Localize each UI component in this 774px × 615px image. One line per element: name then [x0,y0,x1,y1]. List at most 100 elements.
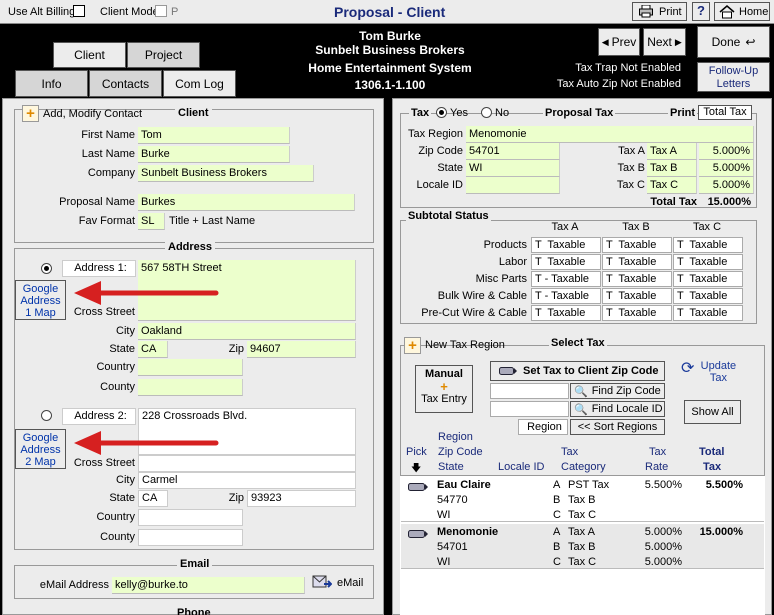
subtotal-tax-b-select[interactable]: T Taxable [602,288,672,304]
subtotal-tax-c-select[interactable]: T Taxable [673,288,743,304]
done-button[interactable]: Done ↩ [697,26,770,58]
google-address1-map-button[interactable]: Google Address 1 Map [15,280,66,320]
tab-project-label: Project [144,48,183,62]
tax-zip-field[interactable]: 54701 [466,143,560,160]
tab-project[interactable]: Project [127,42,200,68]
subtotal-tax-c-select[interactable]: T Taxable [673,254,743,270]
subtotal-tax-a-select[interactable]: T Taxable [531,305,601,321]
find-locale-input[interactable] [490,401,569,417]
follow-up-letters-button[interactable]: Follow-Up Letters [697,62,770,92]
update-tax-button[interactable]: ⟳ Update Tax [681,358,738,384]
client-mode-checkbox[interactable] [155,5,167,17]
tax-c-rate-field[interactable]: 5.000% [699,177,754,194]
region-sort-select[interactable]: Region [518,419,568,435]
subtotal-tax-b-select[interactable]: T Taxable [602,254,672,270]
first-name-field[interactable]: Tom [138,127,290,144]
address1-radio[interactable] [41,263,52,274]
find-zip-input[interactable] [490,383,569,399]
col-total: Total [699,446,725,458]
tax-locale-field[interactable] [466,177,560,194]
tax-b-rate-field[interactable]: 5.000% [699,160,754,177]
subtotal-tax-b-select[interactable]: T Taxable [602,305,672,321]
country1-field[interactable] [138,359,243,376]
total-tax-print-select[interactable]: Total Tax [698,105,752,120]
col-tax2: Tax [649,446,667,458]
subtotal-tax-a-select[interactable]: T Taxable [531,237,601,253]
home-button[interactable]: Home [714,2,770,21]
tab-info-label: Info [41,76,62,91]
subtotal-col-tax-c: Tax C [692,221,722,233]
find-locale-button[interactable]: 🔍 Find Locale ID [570,401,665,417]
sort-regions-button[interactable]: << Sort Regions [570,419,665,435]
fav-format-code-field[interactable]: SL [138,213,165,230]
city1-field[interactable]: Oakland [138,323,356,340]
state2-field[interactable]: CA [138,490,168,507]
county1-label: County [100,381,135,393]
proposal-name-field[interactable]: Burkes [138,194,355,211]
col-rate: Rate [645,461,669,473]
tax-region-row[interactable]: Eau Claire 54770 WI 5.500% A PST Tax 5.500% B Ta… [401,477,764,522]
tax-state-label: State [437,162,463,174]
zip1-field[interactable]: 94607 [247,341,356,358]
help-button[interactable]: ? [692,2,710,21]
email-address-field[interactable]: kelly@burke.to [112,577,305,594]
sort-regions-label: << Sort Regions [577,421,658,433]
subtotal-tax-b-select[interactable]: T Taxable [602,271,672,287]
cross-street1-label: Cross Street [73,306,135,318]
county2-field[interactable] [138,529,243,546]
region-state: WI [437,509,451,521]
find-locale-label: Find Locale ID [591,403,663,415]
next-button[interactable]: Next ▶ [643,28,686,56]
use-alt-billing-checkbox[interactable] [73,5,85,17]
address-section-title: Address [165,241,216,253]
tax-rate: 5.000% [644,526,682,538]
tax-region-field[interactable]: Menomonie [466,126,754,143]
subtotal-tax-a-select[interactable]: T Taxable [531,254,601,270]
tab-contacts-label: Contacts [101,76,150,91]
subtotal-tax-a-select[interactable]: T - Taxable [531,288,601,304]
tax-b-name-field[interactable]: Tax B [647,160,697,177]
zip2-field[interactable]: 93923 [247,490,356,507]
zip2-label: Zip [228,492,244,504]
print-button[interactable]: Print [632,2,687,21]
tax-no-radio[interactable] [481,107,492,118]
tax-yes-radio[interactable] [436,107,447,118]
subtotal-tax-b-select[interactable]: T Taxable [602,237,672,253]
cross-street2-field[interactable] [138,455,356,472]
find-zip-button[interactable]: 🔍 Find Zip Code [570,383,665,399]
subtotal-tax-a-select[interactable]: T - Taxable [531,271,601,287]
company-field[interactable]: Sunbelt Business Brokers [138,165,314,182]
region-name: Eau Claire [437,479,491,491]
tab-info[interactable]: Info [15,70,88,97]
tab-client[interactable]: Client [53,42,126,68]
city2-field[interactable]: Carmel [138,472,356,489]
page-title: Proposal - Client [334,4,446,20]
tax-a-rate-field[interactable]: 5.000% [699,143,754,160]
subtotal-tax-c-select[interactable]: T Taxable [673,305,743,321]
manual-tax-entry-button[interactable]: Manual + Tax Entry [415,365,473,413]
last-name-field[interactable]: Burke [138,146,290,163]
pencil-icon [499,367,517,375]
tab-contacts[interactable]: Contacts [89,70,162,97]
country2-field[interactable] [138,509,243,526]
tax-panel: Tax Yes No Proposal Tax Print Total Tax … [392,98,772,615]
address2-radio[interactable] [41,410,52,421]
county1-field[interactable] [138,379,243,396]
cross-street1-field[interactable] [138,304,356,321]
subtotal-status-title: Subtotal Status [406,210,491,222]
add-contact-icon[interactable]: + [22,105,39,122]
set-tax-client-zip-button[interactable]: Set Tax to Client Zip Code [490,361,665,381]
tab-com-log[interactable]: Com Log [163,70,236,97]
tax-a-name-field[interactable]: Tax A [647,143,697,160]
state1-field[interactable]: CA [138,341,168,358]
subtotal-tax-c-select[interactable]: T Taxable [673,237,743,253]
google-address2-map-button[interactable]: Google Address 2 Map [15,429,66,469]
show-all-button[interactable]: Show All [684,400,741,424]
tax-region-row[interactable]: Menomonie 54701 WI 15.000% A Tax A 5.000% B Tax … [401,524,764,569]
subtotal-tax-c-select[interactable]: T Taxable [673,271,743,287]
new-tax-region-icon[interactable]: + [404,337,421,354]
email-button[interactable]: eMail [312,574,363,591]
prev-button[interactable]: ◀ Prev [598,28,640,56]
tax-state-field[interactable]: WI [466,160,560,177]
tax-c-name-field[interactable]: Tax C [647,177,697,194]
